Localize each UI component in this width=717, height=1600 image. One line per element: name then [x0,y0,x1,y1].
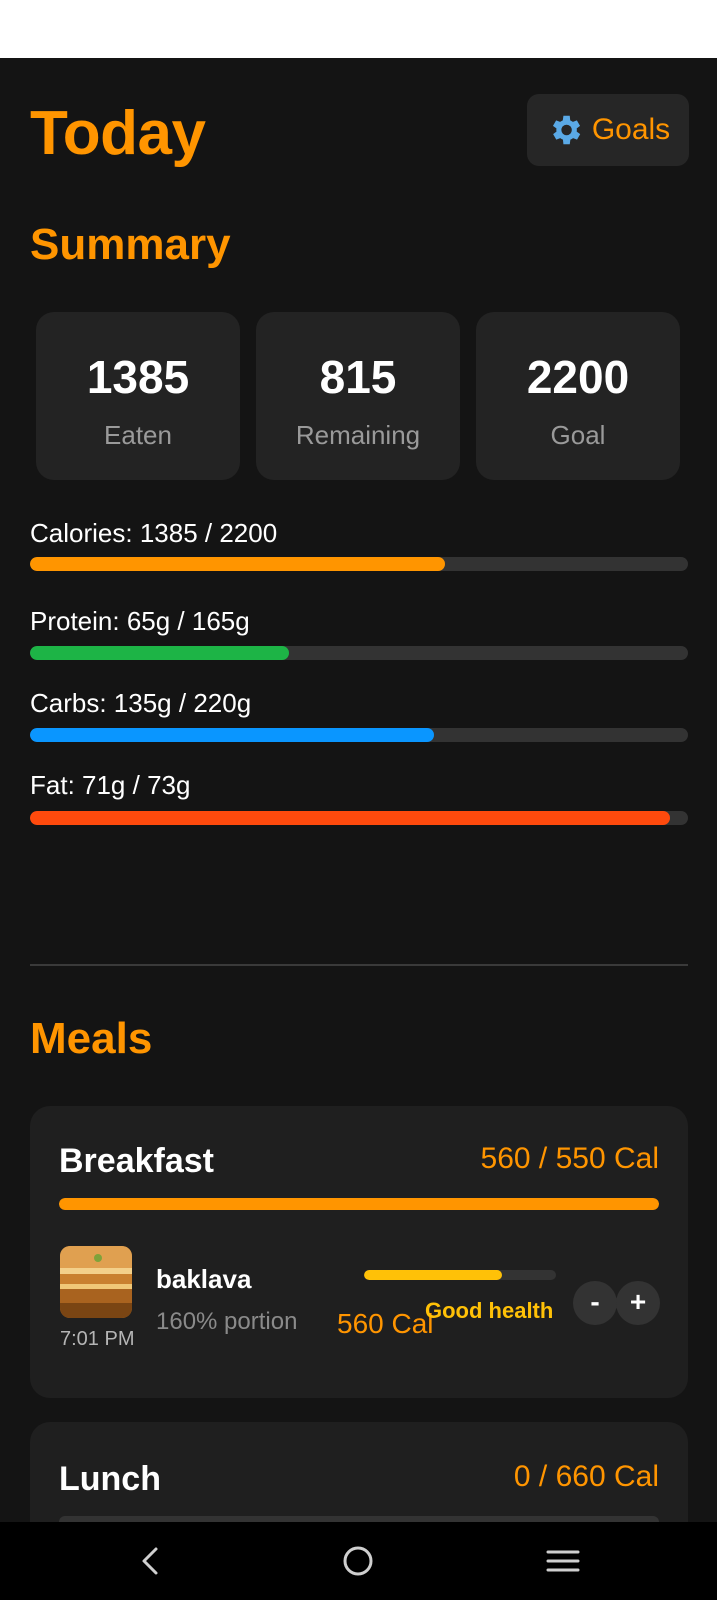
meal-card-lunch[interactable]: Lunch 0 / 660 Cal [30,1422,688,1522]
remaining-label: Remaining [295,420,421,450]
navigation-bar [0,1522,717,1600]
meal-progress-fill [59,1198,659,1210]
goals-button[interactable]: Goals [527,94,689,166]
meal-calories: 0 / 660 Cal [513,1460,659,1493]
calories-progress-bar [30,557,688,571]
status-bar [0,0,717,58]
goal-value: 2200 [526,351,630,403]
home-icon[interactable] [341,1544,375,1578]
health-score-fill [364,1270,503,1280]
eaten-value: 1385 [86,351,190,403]
meal-name: Lunch [59,1460,161,1498]
eaten-label: Eaten [104,420,172,450]
meal-progress-bar [59,1198,659,1210]
summary-title: Summary [30,220,231,269]
menu-icon[interactable] [546,1544,580,1578]
remaining-card: 815 Remaining [256,312,460,480]
fat-label: Fat: 71g / 73g [30,770,191,800]
food-time: 7:01 PM [60,1328,135,1350]
protein-label: Protein: 65g / 165g [30,606,250,636]
app-screen: Today Goals Summary 1385 Eaten 815 Remai… [0,58,717,1522]
divider [30,964,688,966]
goal-label: Goal [550,420,606,450]
health-label: Good health [425,1298,554,1323]
page-title: Today [30,99,206,168]
meals-title: Meals [30,1014,153,1063]
goal-card: 2200 Goal [476,312,680,480]
food-calories: 560 Cal [337,1308,434,1339]
remaining-value: 815 [319,351,397,403]
gear-icon [552,115,581,145]
meal-card-breakfast[interactable]: Breakfast 560 / 550 Cal 7:01 PM baklava … [30,1106,688,1398]
calories-progress-fill [30,557,445,571]
goals-button-label: Goals [591,113,671,146]
food-portion: 160% portion [156,1308,298,1335]
meal-calories: 560 / 550 Cal [480,1142,659,1175]
protein-progress-bar [30,646,688,660]
back-icon[interactable] [136,1544,166,1578]
carbs-progress-fill [30,728,434,742]
fat-progress-bar [30,811,688,825]
calories-label: Calories: 1385 / 2200 [30,518,278,548]
food-image [60,1246,132,1318]
protein-progress-fill [30,646,290,660]
eaten-card: 1385 Eaten [36,312,240,480]
increase-portion-button[interactable]: + [616,1281,660,1325]
meal-name: Breakfast [59,1142,214,1180]
carbs-label: Carbs: 135g / 220g [30,688,252,718]
health-score-bar [364,1270,556,1280]
carbs-progress-bar [30,728,688,742]
decrease-portion-button[interactable]: - [573,1281,617,1325]
food-name: baklava [156,1264,252,1294]
fat-progress-fill [30,811,671,825]
